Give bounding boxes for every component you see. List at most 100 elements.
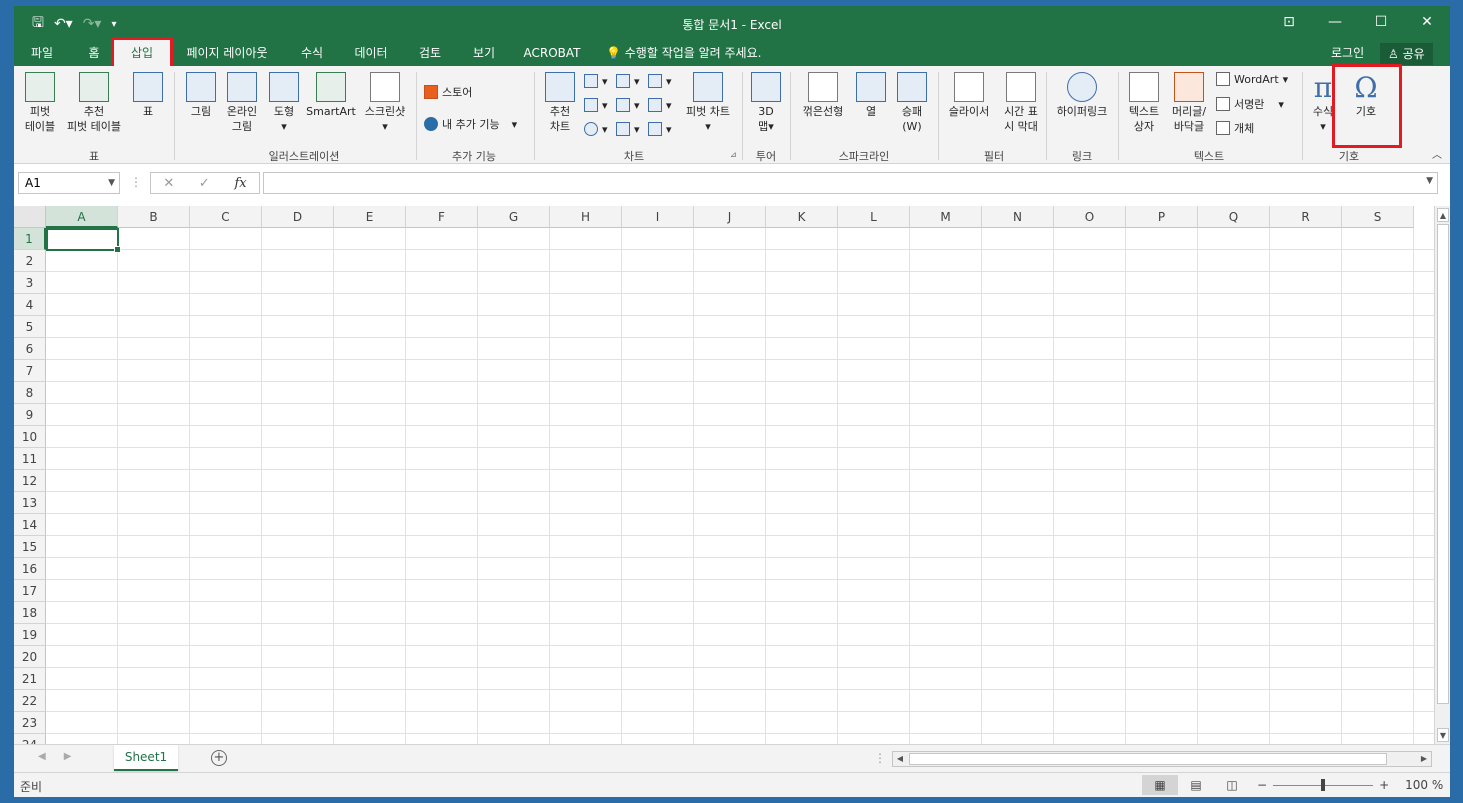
formula-bar-resize-handle[interactable]: ⋮ xyxy=(130,175,142,189)
pie-chart-dropdown[interactable]: ▾ xyxy=(584,122,608,136)
row-header[interactable]: 11 xyxy=(14,448,46,470)
zoom-slider[interactable] xyxy=(1273,778,1374,791)
next-sheet-icon[interactable]: ▶ xyxy=(64,751,72,762)
shapes-button[interactable]: 도형 ▾ xyxy=(266,72,302,134)
name-box[interactable]: A1 ▼ xyxy=(18,172,120,194)
row-header[interactable]: 7 xyxy=(14,360,46,382)
tab-page-layout[interactable]: 페이지 레이아웃 xyxy=(174,40,280,66)
radar-chart-dropdown[interactable]: ▾ xyxy=(648,122,672,136)
row-header[interactable]: 21 xyxy=(14,668,46,690)
row-header[interactable]: 20 xyxy=(14,646,46,668)
pivot-table-button[interactable]: 피벗 테이블 xyxy=(18,72,62,134)
column-header[interactable]: N xyxy=(982,206,1054,228)
expand-formula-bar-icon[interactable]: ▼ xyxy=(1426,176,1433,186)
table-button[interactable]: 표 xyxy=(130,72,166,119)
hierarchy-chart-dropdown[interactable]: ▾ xyxy=(616,74,640,88)
row-header[interactable]: 12 xyxy=(14,470,46,492)
scroll-right-icon[interactable]: ▶ xyxy=(1417,752,1431,766)
recommended-pivot-button[interactable]: 추천 피벗 테이블 xyxy=(62,72,126,134)
combo-chart-dropdown[interactable]: ▾ xyxy=(648,98,672,112)
screenshot-button[interactable]: 스크린샷 ▾ xyxy=(358,72,412,134)
column-header[interactable]: R xyxy=(1270,206,1342,228)
maximize-icon[interactable]: ☐ xyxy=(1358,6,1404,38)
prev-sheet-icon[interactable]: ◀ xyxy=(38,751,46,762)
row-header[interactable]: 2 xyxy=(14,250,46,272)
recommended-charts-button[interactable]: 추천 차트 xyxy=(542,72,578,134)
tab-formulas[interactable]: 수식 xyxy=(290,40,334,66)
timeline-button[interactable]: 시간 표 시 막대 xyxy=(998,72,1044,134)
minimize-icon[interactable]: — xyxy=(1312,6,1358,38)
column-header[interactable]: Q xyxy=(1198,206,1270,228)
tell-me-search[interactable]: 💡 수행할 작업을 알려 주세요. xyxy=(606,40,761,66)
scroll-down-icon[interactable]: ▼ xyxy=(1437,728,1449,742)
normal-view-icon[interactable]: ▦ xyxy=(1142,775,1178,795)
tab-review[interactable]: 검토 xyxy=(408,40,452,66)
zoom-in-icon[interactable]: + xyxy=(1379,778,1389,792)
smartart-button[interactable]: SmartArt xyxy=(304,72,358,119)
zoom-level[interactable]: 100 % xyxy=(1405,778,1443,792)
column-header[interactable]: H xyxy=(550,206,622,228)
row-header[interactable]: 19 xyxy=(14,624,46,646)
collapse-ribbon-icon[interactable]: ︿ xyxy=(1432,146,1442,161)
online-picture-button[interactable]: 온라인 그림 xyxy=(222,72,262,134)
charts-dialog-launcher-icon[interactable]: ⊿ xyxy=(730,150,737,159)
vertical-scroll-thumb[interactable] xyxy=(1437,224,1449,704)
cell-area[interactable] xyxy=(46,228,1434,744)
vertical-scrollbar[interactable]: ▲ ▼ xyxy=(1434,206,1450,744)
row-header[interactable]: 23 xyxy=(14,712,46,734)
zoom-out-icon[interactable]: − xyxy=(1257,778,1267,792)
textbox-button[interactable]: 텍스트 상자 xyxy=(1124,72,1164,134)
row-header[interactable]: 14 xyxy=(14,514,46,536)
column-header[interactable]: C xyxy=(190,206,262,228)
row-header[interactable]: 22 xyxy=(14,690,46,712)
add-sheet-icon[interactable]: + xyxy=(211,750,227,766)
share-button[interactable]: ♙ 공유 xyxy=(1380,43,1433,65)
object-button[interactable]: 개체 xyxy=(1216,120,1254,136)
line-chart-dropdown[interactable]: ▾ xyxy=(584,98,608,112)
column-header[interactable]: I xyxy=(622,206,694,228)
sheet-tab[interactable]: Sheet1 xyxy=(114,745,178,771)
tab-file[interactable]: 파일 xyxy=(22,40,62,66)
cancel-icon[interactable]: ✕ xyxy=(163,176,174,191)
statistic-chart-dropdown[interactable]: ▾ xyxy=(616,98,640,112)
scatter-chart-dropdown[interactable]: ▾ xyxy=(616,122,640,136)
waterfall-chart-dropdown[interactable]: ▾ xyxy=(648,74,672,88)
row-header[interactable]: 9 xyxy=(14,404,46,426)
sign-in-link[interactable]: 로그인 xyxy=(1331,40,1364,66)
page-layout-view-icon[interactable]: ▤ xyxy=(1178,775,1214,795)
header-footer-button[interactable]: 머리글/ 바닥글 xyxy=(1166,72,1212,134)
enter-icon[interactable]: ✓ xyxy=(199,176,210,191)
my-addins-button[interactable]: 내 추가 기능 ▾ xyxy=(424,116,517,132)
close-icon[interactable]: ✕ xyxy=(1404,6,1450,38)
tab-home[interactable]: 홈 xyxy=(76,40,112,66)
column-header[interactable]: A xyxy=(46,206,118,228)
column-header[interactable]: K xyxy=(766,206,838,228)
row-header[interactable]: 6 xyxy=(14,338,46,360)
picture-button[interactable]: 그림 xyxy=(184,72,218,119)
row-header[interactable]: 8 xyxy=(14,382,46,404)
column-header[interactable]: M xyxy=(910,206,982,228)
row-header[interactable]: 5 xyxy=(14,316,46,338)
column-header[interactable]: L xyxy=(838,206,910,228)
ribbon-display-options-icon[interactable]: ⊡ xyxy=(1266,6,1312,38)
tab-data[interactable]: 데이터 xyxy=(344,40,398,66)
column-header[interactable]: P xyxy=(1126,206,1198,228)
slicer-button[interactable]: 슬라이서 xyxy=(942,72,996,119)
tab-acrobat[interactable]: ACROBAT xyxy=(516,40,588,66)
zoom-slider-knob[interactable] xyxy=(1321,778,1326,791)
horizontal-scrollbar[interactable]: ◀ ▶ xyxy=(892,751,1432,767)
row-header[interactable]: 15 xyxy=(14,536,46,558)
tab-split-handle[interactable]: ⋮ xyxy=(874,751,886,765)
column-header[interactable]: D xyxy=(262,206,334,228)
page-break-view-icon[interactable]: ◫ xyxy=(1214,775,1250,795)
column-chart-dropdown[interactable]: ▾ xyxy=(584,74,608,88)
row-header[interactable]: 4 xyxy=(14,294,46,316)
horizontal-scroll-thumb[interactable] xyxy=(909,753,1387,765)
row-header[interactable]: 3 xyxy=(14,272,46,294)
column-header[interactable]: S xyxy=(1342,206,1414,228)
sparkline-winloss-button[interactable]: 승패 (W) xyxy=(892,72,932,134)
insert-function-icon[interactable]: fx xyxy=(234,176,246,191)
select-all-corner[interactable] xyxy=(14,206,46,228)
row-header[interactable]: 16 xyxy=(14,558,46,580)
sparkline-column-button[interactable]: 열 xyxy=(854,72,888,119)
